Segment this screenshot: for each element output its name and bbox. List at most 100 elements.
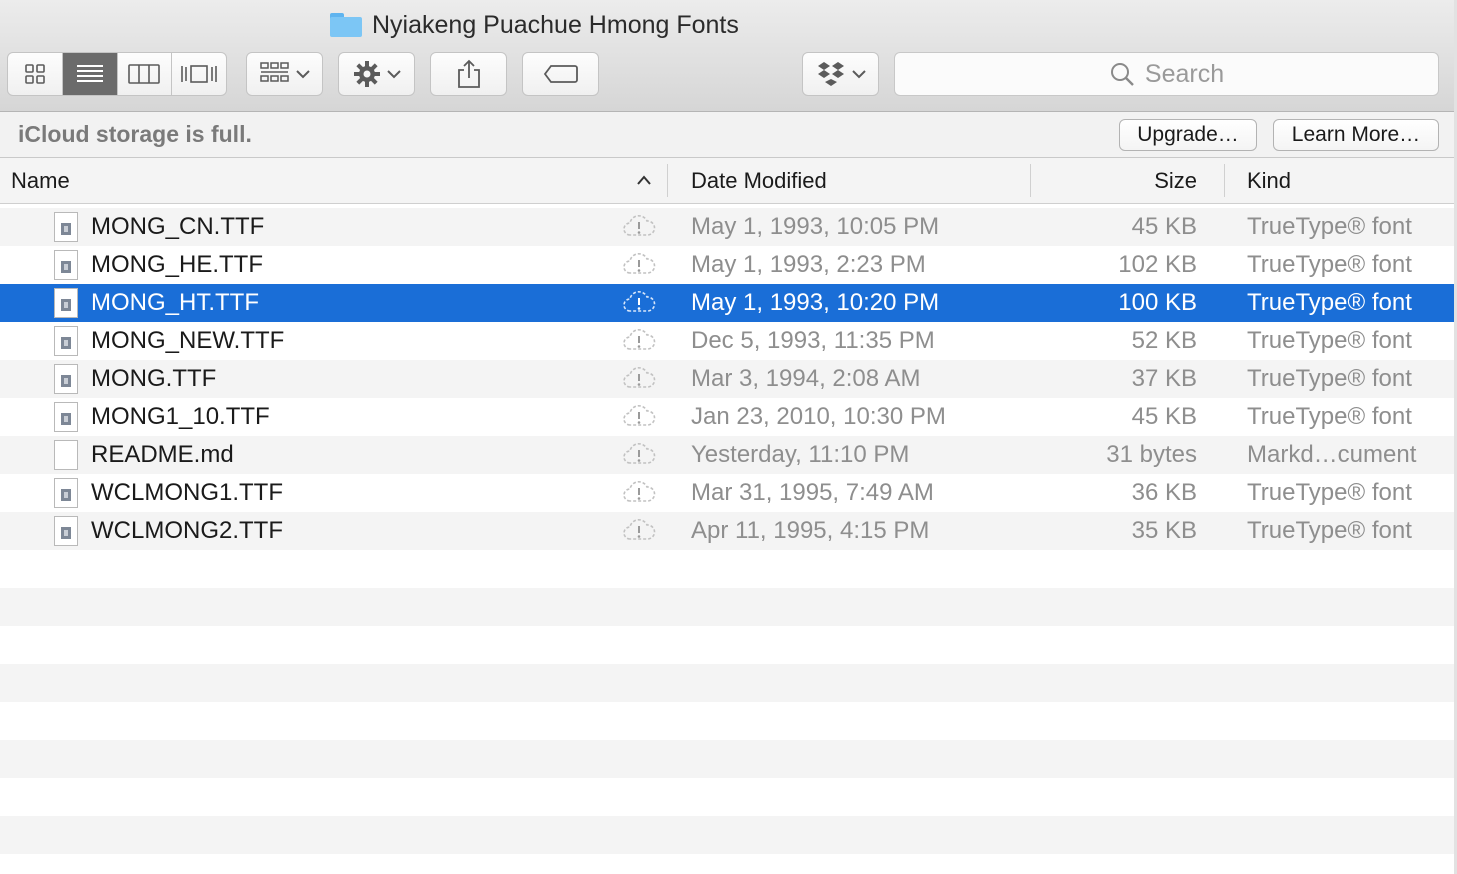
file-name: MONG.TTF: [91, 365, 217, 392]
icloud-warning-icon: [623, 329, 656, 350]
table-row[interactable]: MONG1_10.TTF Jan 23, 2010, 10:30 PM 45 K…: [0, 398, 1457, 436]
empty-row: [0, 778, 1457, 816]
file-list: MONG_CN.TTF May 1, 1993, 10:05 PM 45 KB …: [0, 208, 1457, 854]
file-name: MONG1_10.TTF: [91, 403, 270, 430]
empty-row: [0, 664, 1457, 702]
file-kind: TrueType® font: [1247, 517, 1412, 544]
file-size: 37 KB: [1131, 365, 1197, 392]
table-row[interactable]: MONG_CN.TTF May 1, 1993, 10:05 PM 45 KB …: [0, 208, 1457, 246]
share-button[interactable]: [430, 52, 507, 96]
icloud-warning-icon: [623, 253, 656, 274]
window-title: Nyiakeng Puachue Hmong Fonts: [330, 8, 739, 42]
cover-flow-button[interactable]: [172, 53, 226, 95]
table-row[interactable]: MONG_NEW.TTF Dec 5, 1993, 11:35 PM 52 KB…: [0, 322, 1457, 360]
icloud-warning-icon: [623, 481, 656, 502]
upgrade-button[interactable]: Upgrade…: [1119, 119, 1257, 151]
empty-row: [0, 588, 1457, 626]
file-kind: TrueType® font: [1247, 251, 1412, 278]
cover-flow-icon: [181, 65, 217, 83]
font-file-icon: [54, 326, 78, 356]
icloud-warning-icon: [623, 519, 656, 540]
file-size: 52 KB: [1131, 327, 1197, 354]
column-view-button[interactable]: [118, 53, 173, 95]
column-header-name[interactable]: Name: [11, 158, 666, 203]
file-size: 35 KB: [1131, 517, 1197, 544]
table-row-selected[interactable]: MONG_HT.TTF May 1, 1993, 10:20 PM 100 KB…: [0, 284, 1457, 322]
dropbox-button[interactable]: [802, 52, 879, 96]
folder-icon: [330, 13, 362, 37]
empty-row: [0, 702, 1457, 740]
empty-row: [0, 626, 1457, 664]
file-size: 31 bytes: [1106, 441, 1197, 468]
column-view-icon: [128, 64, 161, 84]
empty-row: [0, 550, 1457, 588]
icloud-warning-icon: [623, 405, 656, 426]
file-kind: Markd…cument: [1247, 441, 1417, 468]
file-name: MONG_HT.TTF: [91, 289, 259, 316]
list-view-icon: [76, 65, 103, 82]
arrange-button[interactable]: [246, 52, 323, 96]
file-date: May 1, 1993, 10:20 PM: [691, 289, 940, 316]
column-divider: [1224, 164, 1225, 197]
column-header-size[interactable]: Size: [1031, 158, 1197, 203]
file-date: Yesterday, 11:10 PM: [691, 441, 910, 468]
list-view-button[interactable]: [62, 53, 118, 95]
font-file-icon: [54, 364, 78, 394]
table-row[interactable]: WCLMONG1.TTF Mar 31, 1995, 7:49 AM 36 KB…: [0, 474, 1457, 512]
column-header-date[interactable]: Date Modified: [691, 158, 1021, 203]
file-date: Mar 3, 1994, 2:08 AM: [691, 365, 921, 392]
column-header-kind-label: Kind: [1247, 167, 1292, 193]
tag-button[interactable]: [522, 52, 599, 96]
table-row[interactable]: MONG_HE.TTF May 1, 1993, 2:23 PM 102 KB …: [0, 246, 1457, 284]
file-date: Jan 23, 2010, 10:30 PM: [691, 403, 946, 430]
gear-icon: [353, 61, 380, 87]
table-row[interactable]: WCLMONG2.TTF Apr 11, 1995, 4:15 PM 35 KB…: [0, 512, 1457, 550]
file-size: 102 KB: [1118, 251, 1197, 278]
file-date: Mar 31, 1995, 7:49 AM: [691, 479, 934, 506]
table-row[interactable]: README.md Yesterday, 11:10 PM 31 bytes M…: [0, 436, 1457, 474]
table-row[interactable]: MONG.TTF Mar 3, 1994, 2:08 AM 37 KB True…: [0, 360, 1457, 398]
font-file-icon: [54, 288, 78, 318]
font-file-icon: [54, 212, 78, 242]
icloud-notice-text: iCloud storage is full.: [18, 121, 252, 147]
icloud-warning-icon: [623, 367, 656, 388]
empty-row: [0, 816, 1457, 854]
file-kind: TrueType® font: [1247, 479, 1412, 506]
file-size: 100 KB: [1118, 289, 1197, 316]
search-icon: [1110, 63, 1134, 86]
dropbox-icon: [817, 62, 844, 86]
file-size: 45 KB: [1131, 403, 1197, 430]
search-placeholder: Search: [1144, 59, 1225, 88]
text-file-icon: [54, 440, 78, 470]
file-name: MONG_NEW.TTF: [91, 327, 285, 354]
file-date: May 1, 1993, 10:05 PM: [691, 213, 940, 240]
file-kind: TrueType® font: [1247, 403, 1412, 430]
icon-view-icon: [25, 64, 45, 84]
icloud-warning-icon: [623, 215, 656, 236]
file-size: 36 KB: [1131, 479, 1197, 506]
view-mode-control[interactable]: [7, 52, 227, 96]
column-header-size-label: Size: [1154, 167, 1197, 193]
window-toolbar: Nyiakeng Puachue Hmong Fonts Search: [0, 0, 1457, 112]
chevron-down-icon: [295, 70, 310, 79]
file-kind: TrueType® font: [1247, 365, 1412, 392]
arrange-grid-icon: [259, 62, 289, 82]
icloud-notice-bar: iCloud storage is full. Upgrade… Learn M…: [0, 112, 1457, 158]
file-kind: TrueType® font: [1247, 289, 1412, 316]
share-icon: [457, 59, 480, 88]
search-field[interactable]: Search: [894, 52, 1439, 96]
icloud-warning-icon: [623, 443, 656, 464]
learn-more-button[interactable]: Learn More…: [1273, 119, 1439, 151]
column-header-kind[interactable]: Kind: [1247, 158, 1447, 203]
empty-row: [0, 740, 1457, 778]
tag-icon: [543, 65, 578, 83]
file-name: MONG_CN.TTF: [91, 213, 265, 240]
column-header: Name Date Modified Size Kind: [0, 158, 1457, 204]
file-date: Dec 5, 1993, 11:35 PM: [691, 327, 935, 354]
file-name: MONG_HE.TTF: [91, 251, 263, 278]
chevron-down-icon: [386, 70, 401, 79]
icon-view-button[interactable]: [8, 53, 63, 95]
chevron-down-icon: [851, 70, 866, 79]
action-button[interactable]: [338, 52, 415, 96]
font-file-icon: [54, 250, 78, 280]
